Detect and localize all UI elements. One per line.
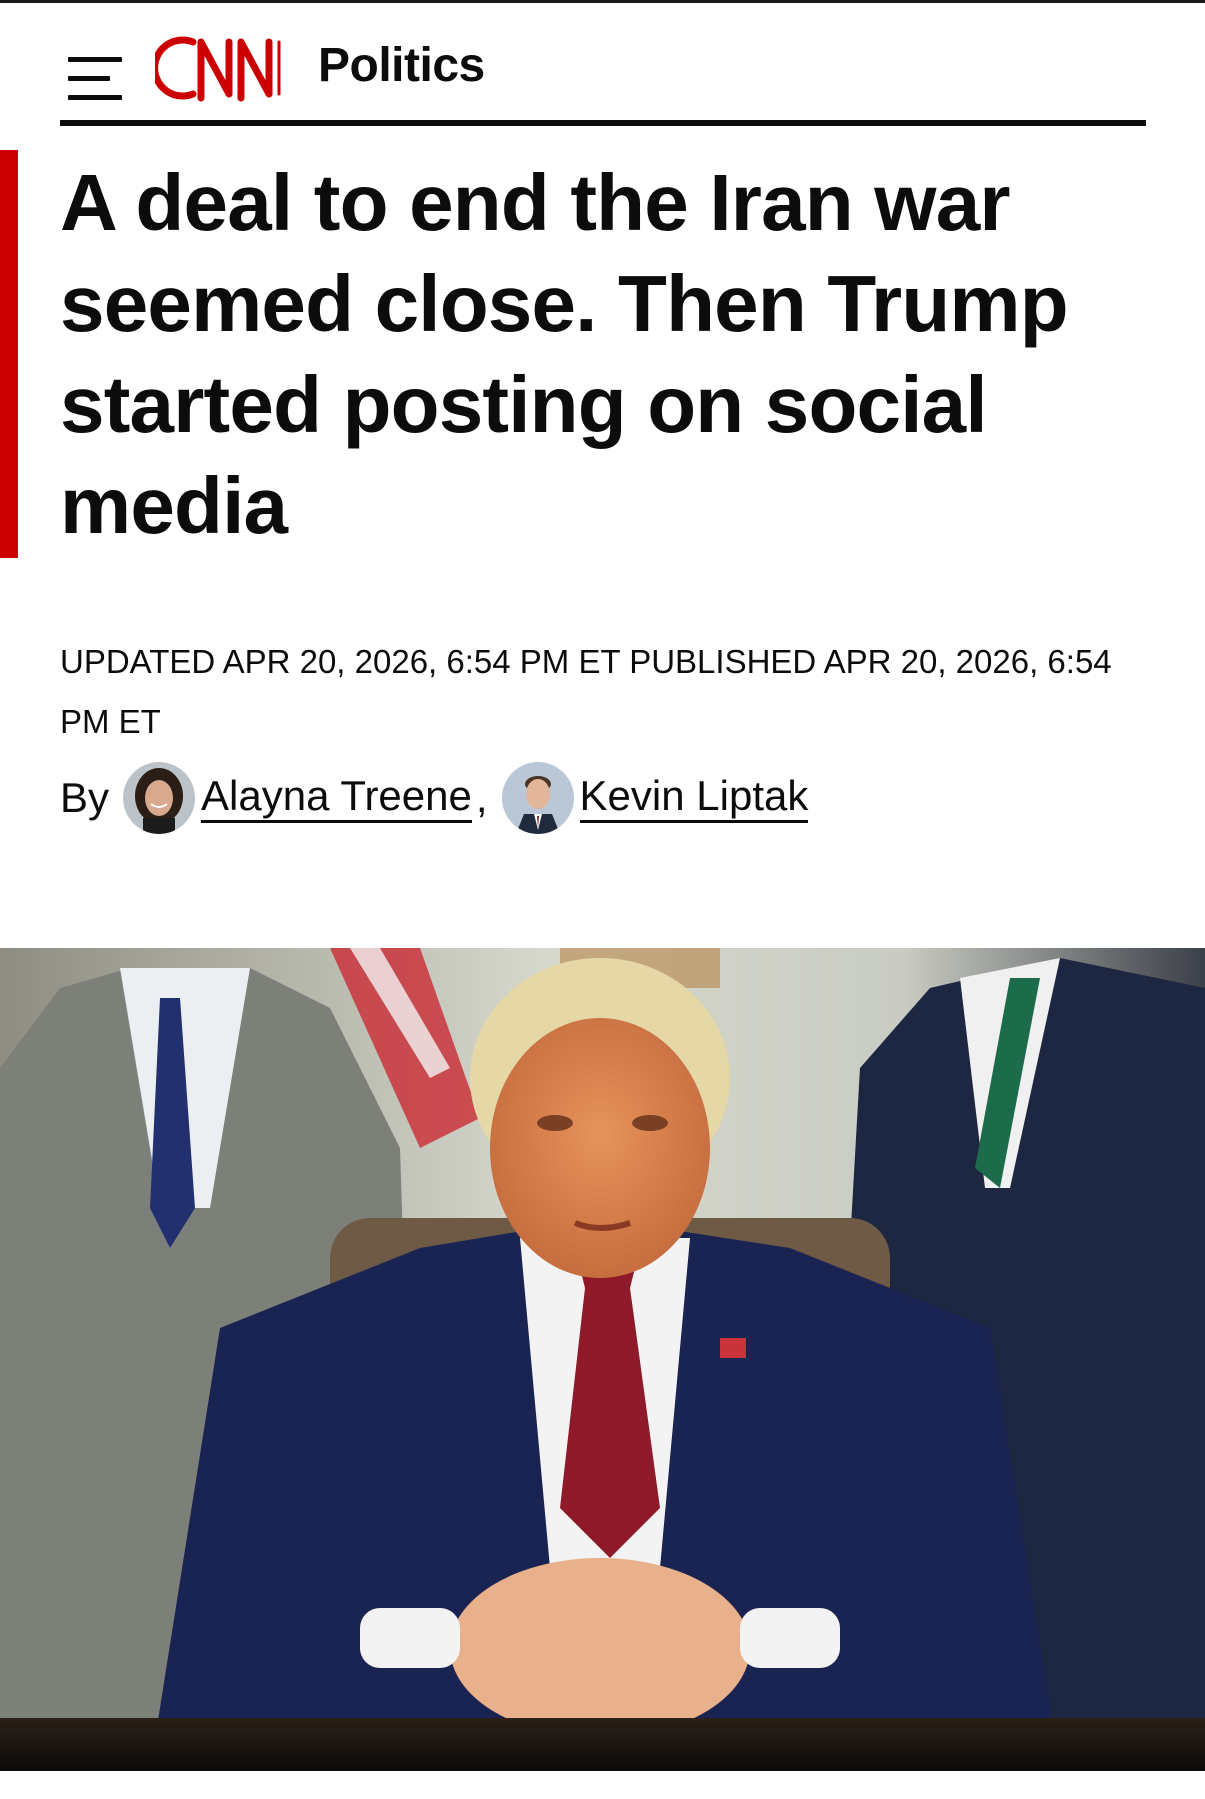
article-hero-image [0,948,1205,1771]
byline: By Alayna Treene , Kevin Liptak [60,760,809,836]
headline-accent-bar [0,150,18,558]
article-timestamp: UPDATED APR 20, 2026, 6:54 PM ET PUBLISH… [60,643,1112,740]
author-link-alayna-treene[interactable]: Alayna Treene [201,773,472,823]
top-edge [0,0,1205,3]
author-separator: , [475,774,488,821]
menu-line [68,95,122,100]
menu-line [68,76,110,81]
byline-prefix: By [60,774,110,821]
article-headline: A deal to end the Iran war seemed close.… [60,158,1069,550]
menu-line [68,57,122,62]
site-header: Politics [60,20,1146,126]
author-avatar-kevin-liptak[interactable] [501,762,574,834]
hero-photo [0,948,1205,1771]
cnn-logo[interactable] [155,28,295,108]
author-link-kevin-liptak[interactable]: Kevin Liptak [579,773,809,823]
author-avatar-alayna-treene[interactable] [123,762,196,834]
hamburger-menu-icon[interactable] [68,38,122,100]
section-name-politics[interactable]: Politics [318,36,485,96]
